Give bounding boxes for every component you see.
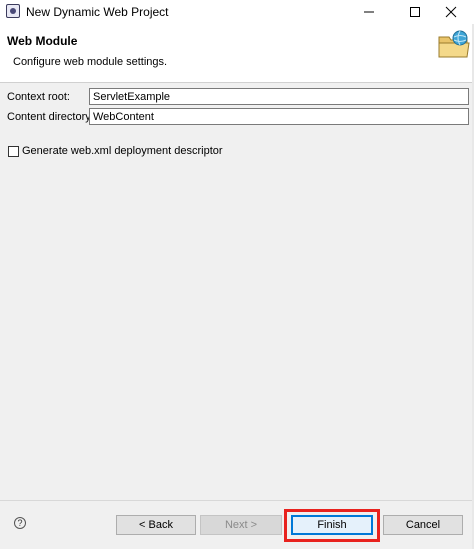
generate-web-xml-checkbox[interactable] xyxy=(8,146,19,157)
cancel-button[interactable]: Cancel xyxy=(383,515,463,535)
context-root-label: Context root: xyxy=(7,91,70,103)
eclipse-app-icon xyxy=(6,4,20,18)
minimize-button[interactable] xyxy=(346,0,392,24)
page-description: Configure web module settings. xyxy=(13,56,168,68)
window-title: New Dynamic Web Project xyxy=(26,5,169,19)
button-bar-divider xyxy=(0,500,474,501)
close-button[interactable] xyxy=(428,0,474,24)
help-icon[interactable]: ? xyxy=(14,517,26,529)
generate-web-xml-label[interactable]: Generate web.xml deployment descriptor xyxy=(22,145,223,157)
wizard-header: Web Module Configure web module settings… xyxy=(0,24,474,83)
content-directory-input[interactable] xyxy=(89,108,469,125)
page-title: Web Module xyxy=(7,34,78,48)
next-button[interactable]: Next > xyxy=(200,515,282,535)
context-root-input[interactable] xyxy=(89,88,469,105)
close-icon xyxy=(445,6,457,18)
maximize-icon xyxy=(410,7,420,17)
back-button[interactable]: < Back xyxy=(116,515,196,535)
minimize-icon xyxy=(364,11,374,13)
web-project-folder-icon xyxy=(438,30,470,58)
finish-highlight-box xyxy=(284,509,380,542)
content-directory-label: Content directory: xyxy=(7,111,94,123)
title-bar: New Dynamic Web Project xyxy=(0,0,474,24)
